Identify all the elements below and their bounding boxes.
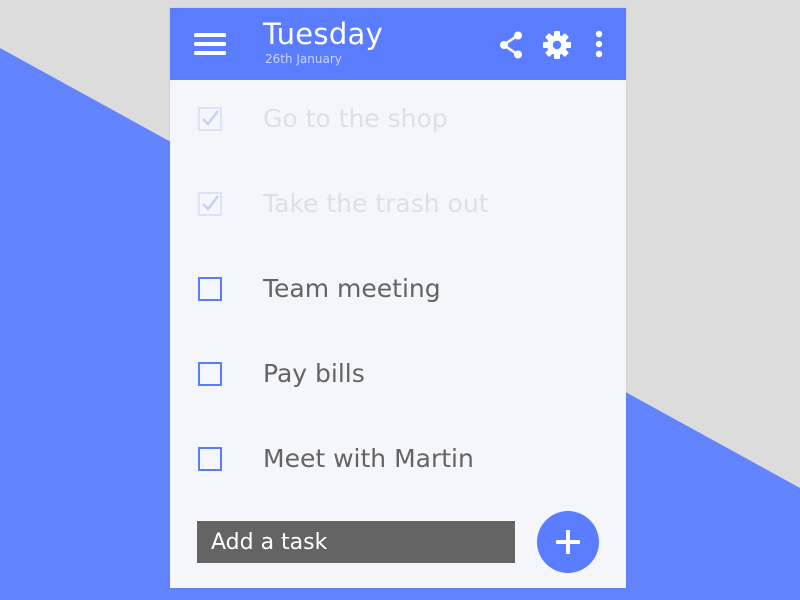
page-title: Tuesday xyxy=(263,17,384,51)
share-button[interactable] xyxy=(496,30,526,60)
task-label: Meet with Martin xyxy=(263,444,474,473)
unchecked-checkbox-icon xyxy=(198,447,222,471)
task-label: Team meeting xyxy=(263,274,441,303)
plus-icon xyxy=(556,530,580,554)
task-item[interactable]: Team meeting xyxy=(170,260,626,320)
add-task-button[interactable] xyxy=(537,511,599,573)
checked-checkbox-icon xyxy=(198,192,222,216)
task-checkbox[interactable] xyxy=(198,447,222,471)
settings-button[interactable] xyxy=(542,30,572,60)
unchecked-checkbox-icon xyxy=(198,362,222,386)
date-subtitle: 26th January xyxy=(265,52,342,66)
task-item[interactable]: Go to the shop xyxy=(170,90,626,150)
hamburger-menu-icon xyxy=(194,33,226,55)
add-task-input[interactable] xyxy=(197,521,515,563)
todo-app: Tuesday 26th January Go to the shop Take… xyxy=(170,8,626,588)
task-item[interactable]: Pay bills xyxy=(170,345,626,405)
unchecked-checkbox-icon xyxy=(198,277,222,301)
checked-checkbox-icon xyxy=(198,107,222,131)
app-bar: Tuesday 26th January xyxy=(170,8,626,80)
task-item[interactable]: Take the trash out xyxy=(170,175,626,235)
task-checkbox[interactable] xyxy=(198,277,222,301)
more-vertical-icon xyxy=(595,30,603,58)
share-icon xyxy=(500,31,522,59)
task-label: Take the trash out xyxy=(263,189,489,218)
more-options-button[interactable] xyxy=(584,30,614,60)
task-label: Pay bills xyxy=(263,359,365,388)
task-checkbox[interactable] xyxy=(198,192,222,216)
task-label: Go to the shop xyxy=(263,104,448,133)
menu-button[interactable] xyxy=(194,30,228,58)
gear-icon xyxy=(543,31,571,59)
task-item[interactable]: Meet with Martin xyxy=(170,430,626,490)
task-checkbox[interactable] xyxy=(198,107,222,131)
task-checkbox[interactable] xyxy=(198,362,222,386)
